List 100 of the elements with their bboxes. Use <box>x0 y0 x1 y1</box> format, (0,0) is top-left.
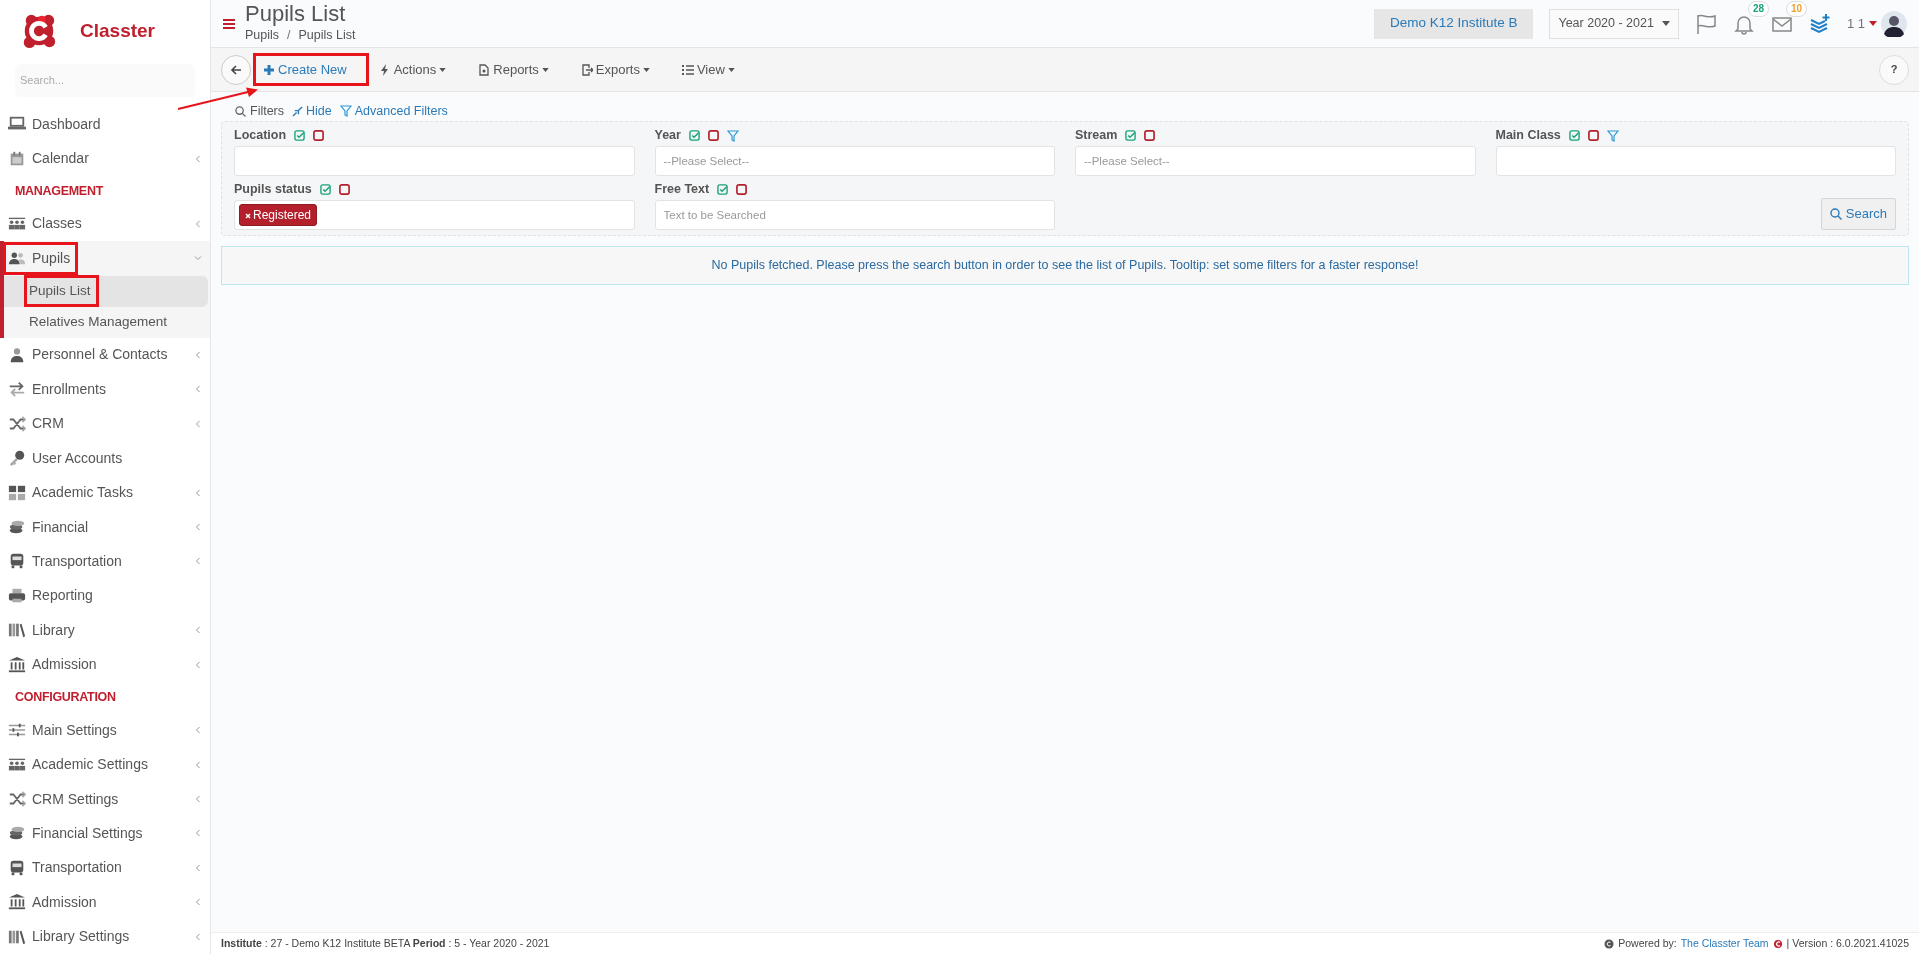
sidebar-item[interactable]: Academic Tasks <box>0 475 210 510</box>
brand-name: Classter <box>80 18 155 43</box>
calendar-icon <box>8 149 26 168</box>
sidebar-item[interactable]: Main Settings <box>0 712 210 748</box>
field-label: Location <box>234 127 287 145</box>
avatar-icon[interactable] <box>1881 10 1907 37</box>
sidebar-item[interactable]: Academic Settings <box>0 747 210 782</box>
year-dropdown[interactable]: Year 2020 - 2021 <box>1549 8 1679 39</box>
field-label: Free Text <box>654 181 710 199</box>
search-button[interactable]: Search <box>1820 197 1896 230</box>
field-label: Main Class <box>1495 127 1561 145</box>
team-link[interactable]: The Classter Team <box>1680 935 1769 952</box>
exchange-icon <box>8 380 26 399</box>
breadcrumb-separator: / <box>287 27 291 45</box>
sidebar-item[interactable]: Calendar <box>0 141 210 176</box>
select-field[interactable]: --Please Select-- <box>654 145 1055 176</box>
bus-icon <box>8 858 26 877</box>
sidebar-item[interactable]: CRM <box>0 406 210 441</box>
printer-icon <box>8 586 26 605</box>
caret-icon <box>439 67 447 72</box>
sidebar-item[interactable]: Personnel & Contacts <box>0 337 210 373</box>
sidebar-item[interactable]: Enrollments <box>0 372 210 407</box>
clear-icon[interactable] <box>313 130 325 142</box>
chevron-icon <box>194 385 202 394</box>
field-label: Pupils status <box>234 181 312 199</box>
list-icon <box>681 63 694 76</box>
menu-button[interactable]: View <box>675 55 741 84</box>
chevron-icon <box>194 154 202 163</box>
layers-plus-icon[interactable] <box>1808 12 1831 35</box>
hide-link[interactable]: Hide <box>292 102 332 121</box>
books-icon <box>8 621 26 640</box>
clear-icon[interactable] <box>707 130 719 142</box>
sidebar-item[interactable]: Transportation <box>0 544 210 579</box>
filter-icon[interactable] <box>339 105 352 118</box>
check-all-icon[interactable] <box>319 184 331 196</box>
breadcrumb-item[interactable]: Pupils <box>245 26 280 45</box>
sidebar-item[interactable]: Admission <box>0 885 210 920</box>
user-name[interactable]: 1 1 <box>1846 13 1865 34</box>
tag-field[interactable]: Registered <box>234 199 635 230</box>
caret-icon <box>1869 21 1877 26</box>
menu-button[interactable]: Exports <box>574 55 656 84</box>
clear-icon[interactable] <box>1587 130 1599 142</box>
menu-button[interactable]: Actions <box>372 55 453 84</box>
chevron-icon <box>194 557 202 566</box>
sidebar-item[interactable]: Classes <box>0 206 210 242</box>
input-field[interactable]: Text to be Searched <box>654 199 1055 230</box>
select-field[interactable] <box>234 145 635 176</box>
shuffle-icon <box>8 414 26 433</box>
file-icon <box>478 63 491 76</box>
flag-icon[interactable] <box>1694 12 1717 35</box>
file-export-icon <box>580 63 593 76</box>
chevron-icon <box>194 254 202 263</box>
sidebar-item[interactable]: Admission <box>0 647 210 682</box>
submenu-item[interactable]: Relatives Management <box>4 306 208 338</box>
notification-count: 28 <box>1747 0 1770 17</box>
chevron-icon <box>194 795 202 804</box>
check-all-icon[interactable] <box>688 130 700 142</box>
menu-button[interactable]: Reports <box>472 55 555 84</box>
create-button[interactable]: Create New <box>257 55 353 84</box>
sidebar-item[interactable]: CRM Settings <box>0 781 210 817</box>
chevron-icon <box>194 488 202 497</box>
select-field[interactable] <box>1495 145 1896 176</box>
caret-icon <box>642 67 650 72</box>
copyright-icon <box>1604 938 1615 949</box>
check-all-icon[interactable] <box>717 184 729 196</box>
tag-chip[interactable]: Registered <box>239 203 318 226</box>
clear-icon[interactable] <box>1144 130 1156 142</box>
search-field[interactable]: Search... <box>15 63 195 97</box>
clear-icon[interactable] <box>736 184 748 196</box>
select-field[interactable]: --Please Select-- <box>1075 145 1476 176</box>
help-button[interactable]: ? <box>1879 54 1909 85</box>
sidebar-item[interactable]: Library <box>0 613 210 648</box>
advanced-filters-link[interactable]: Advanced Filters <box>339 102 448 121</box>
field-label: Year <box>654 127 681 145</box>
sidebar-item[interactable]: Reporting <box>0 578 210 614</box>
menu-icon[interactable] <box>223 16 237 31</box>
check-all-icon[interactable] <box>1125 130 1137 142</box>
back-button[interactable] <box>221 54 251 85</box>
sidebar-item[interactable]: User Accounts <box>0 440 210 476</box>
sidebar-item[interactable]: Dashboard <box>0 106 210 142</box>
sidebar-item[interactable]: Library Settings <box>0 919 210 954</box>
sidebar-item[interactable]: Financial Settings <box>0 816 210 851</box>
field-label: Stream <box>1075 127 1118 145</box>
check-all-icon[interactable] <box>1568 130 1580 142</box>
check-all-icon[interactable] <box>294 130 306 142</box>
clear-icon[interactable] <box>338 184 350 196</box>
institute-button[interactable]: Demo K12 Institute B <box>1373 8 1534 39</box>
chevron-icon <box>194 829 202 838</box>
shuffle-icon <box>8 790 26 809</box>
caret-icon <box>1661 21 1670 26</box>
sidebar-item[interactable]: Transportation <box>0 850 210 886</box>
sidebar-item[interactable]: Financial <box>0 509 210 545</box>
filter-icon[interactable] <box>726 129 739 142</box>
filter-icon[interactable] <box>1606 129 1619 142</box>
bank-icon <box>8 893 26 912</box>
message-count: 10 <box>1785 0 1808 17</box>
breadcrumb-item: Pupils List <box>298 27 356 45</box>
search-icon <box>235 105 246 117</box>
sidebar-item[interactable]: Pupils <box>4 241 210 276</box>
submenu-item[interactable]: Pupils List <box>4 275 208 307</box>
